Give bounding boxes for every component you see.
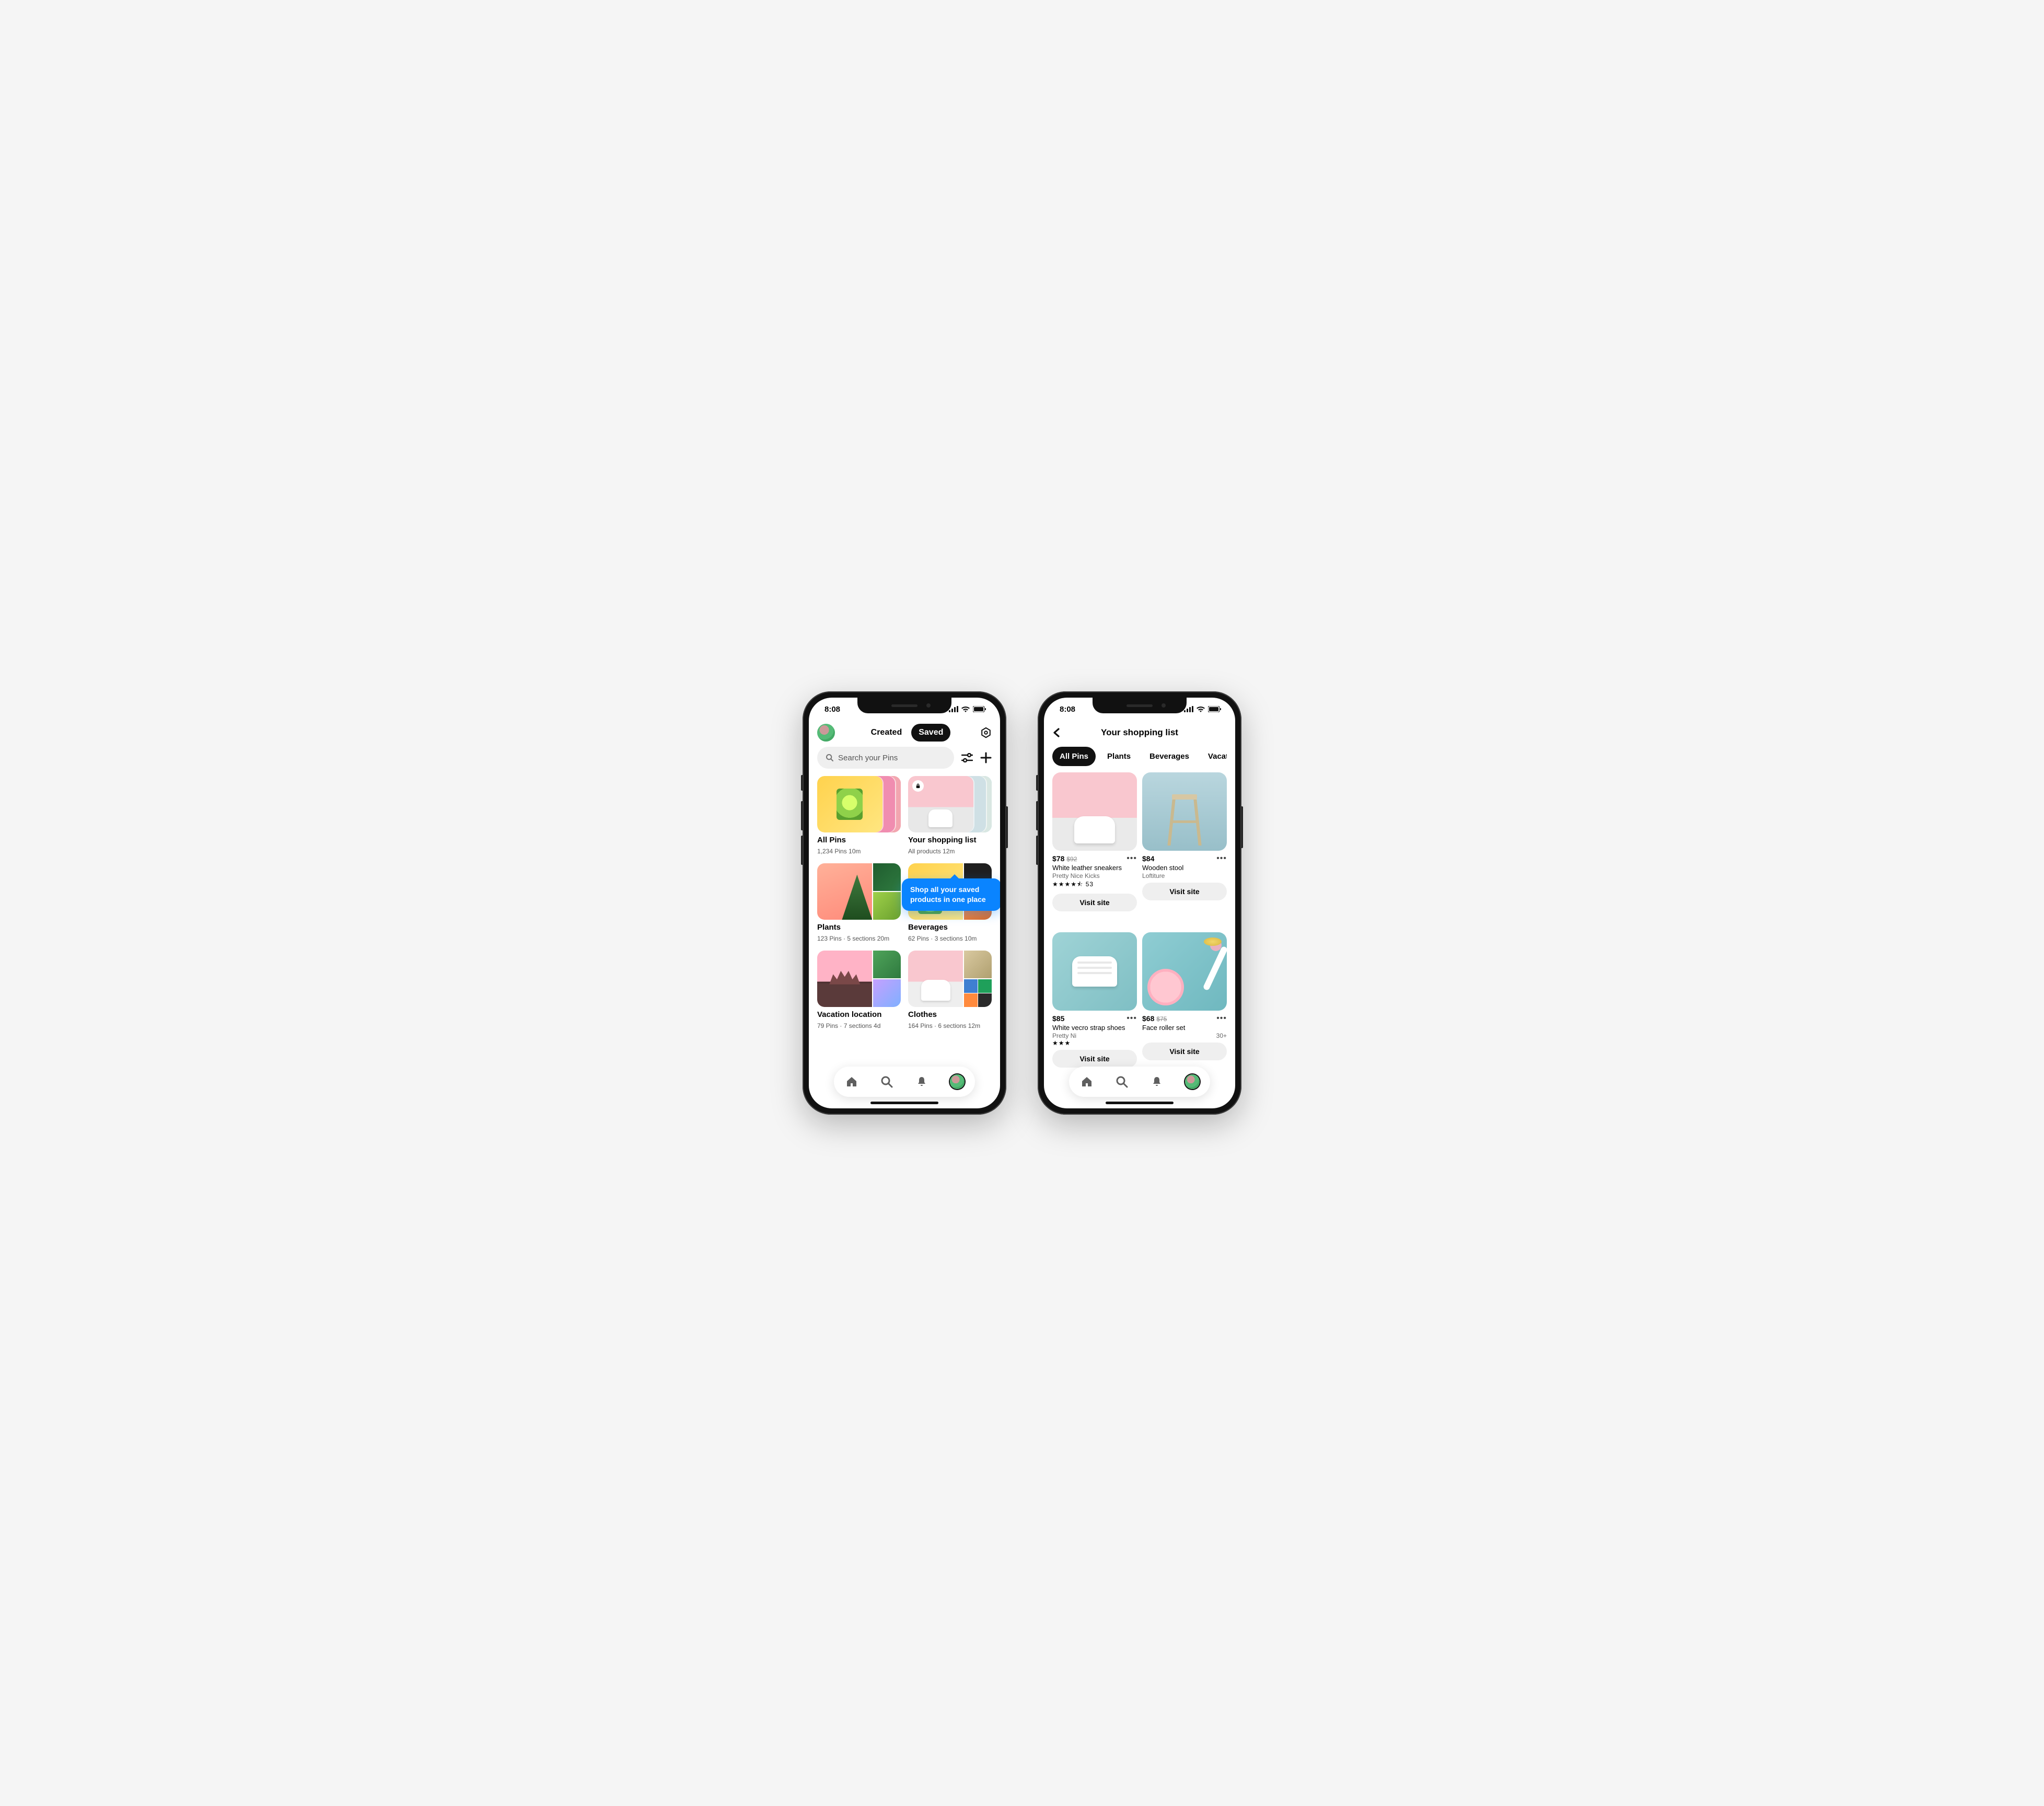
tooltip-shop-saved: Shop all your saved products in one plac…	[902, 878, 1000, 911]
home-icon[interactable]	[845, 1075, 858, 1089]
notifications-icon[interactable]	[1150, 1075, 1164, 1089]
tab-bar	[834, 1067, 975, 1097]
profile-header: Created Saved	[817, 721, 992, 747]
board-all-pins[interactable]: All Pins 1,234 Pins 10m	[817, 776, 901, 855]
tab-saved[interactable]: Saved	[911, 724, 950, 742]
board-meta: 164 Pins · 6 sections 12m	[908, 1022, 992, 1029]
page-title: Your shopping list	[1052, 727, 1227, 738]
search-icon	[826, 754, 834, 762]
rating-stars: ★★★★⯪	[1052, 881, 1083, 888]
chip-all-pins[interactable]: All Pins	[1052, 747, 1096, 766]
product-brand: Pretty Nice Kicks	[1052, 872, 1137, 879]
product-card[interactable]: $84 ••• Wooden stool Loftiture Visit sit…	[1142, 772, 1227, 911]
review-count: 53	[1086, 881, 1094, 888]
avatar[interactable]	[817, 724, 835, 742]
board-title: Beverages	[908, 923, 992, 932]
visit-site-button[interactable]: Visit site	[1052, 894, 1137, 911]
board-meta: 79 Pins · 7 sections 4d	[817, 1022, 901, 1029]
product-card[interactable]: $68$75 ••• Face roller set 30+ Visit sit…	[1142, 932, 1227, 1068]
price: $78	[1052, 854, 1064, 863]
home-indicator[interactable]	[870, 1102, 938, 1104]
price: $68	[1142, 1014, 1154, 1023]
tab-created[interactable]: Created	[864, 724, 910, 742]
profile-tab-avatar[interactable]	[1185, 1074, 1200, 1089]
board-title: Vacation location	[817, 1010, 901, 1019]
product-name: White vecro strap shoes	[1052, 1024, 1137, 1032]
product-grid: $78$92 ••• White leather sneakers Pretty…	[1052, 772, 1227, 1068]
search-tab-icon[interactable]	[1115, 1075, 1129, 1089]
battery-icon	[973, 706, 986, 712]
more-icon[interactable]: •••	[1126, 1014, 1137, 1023]
battery-icon	[1208, 706, 1222, 712]
product-name: Face roller set	[1142, 1024, 1227, 1032]
notch	[857, 698, 951, 713]
notifications-icon[interactable]	[915, 1075, 928, 1089]
lock-icon	[912, 780, 924, 792]
filter-chips: All Pins Plants Beverages Vacation C	[1052, 747, 1227, 766]
search-input[interactable]: Search your Pins	[817, 747, 954, 769]
orig-price: $92	[1066, 855, 1077, 863]
board-title: Plants	[817, 923, 901, 932]
product-name: White leather sneakers	[1052, 864, 1137, 872]
product-name: Wooden stool	[1142, 864, 1227, 872]
status-time: 8:08	[824, 705, 840, 714]
board-clothes[interactable]: Clothes 164 Pins · 6 sections 12m	[908, 951, 992, 1029]
visit-site-button[interactable]: Visit site	[1142, 883, 1227, 900]
board-vacation[interactable]: Vacation location 79 Pins · 7 sections 4…	[817, 951, 901, 1029]
visit-site-button[interactable]: Visit site	[1052, 1050, 1137, 1068]
product-brand: Loftiture	[1142, 872, 1227, 879]
board-title: All Pins	[817, 836, 901, 844]
status-time: 8:08	[1060, 705, 1075, 714]
nav-bar: Your shopping list	[1052, 721, 1227, 745]
board-title: Your shopping list	[908, 836, 992, 844]
profile-tab-avatar[interactable]	[950, 1074, 965, 1089]
back-icon[interactable]	[1052, 728, 1068, 737]
board-meta: 62 Pins · 3 sections 10m	[908, 935, 992, 942]
chip-vacation[interactable]: Vacation	[1201, 747, 1227, 766]
more-icon[interactable]: •••	[1216, 1014, 1227, 1023]
home-indicator[interactable]	[1106, 1102, 1174, 1104]
settings-icon[interactable]	[979, 727, 992, 738]
review-count: 30+	[1142, 1032, 1227, 1039]
screen-right: 8:08 Your shopping list	[1044, 698, 1235, 1108]
price: $84	[1142, 854, 1154, 863]
visit-site-button[interactable]: Visit site	[1142, 1043, 1227, 1060]
search-tab-icon[interactable]	[880, 1075, 893, 1089]
wifi-icon	[961, 706, 970, 712]
price: $85	[1052, 1014, 1064, 1023]
chip-beverages[interactable]: Beverages	[1142, 747, 1197, 766]
home-icon[interactable]	[1080, 1075, 1094, 1089]
board-meta: All products 12m	[908, 848, 992, 855]
wifi-icon	[1197, 706, 1205, 712]
rating-stars: ★★★	[1052, 1039, 1071, 1047]
board-title: Clothes	[908, 1010, 992, 1019]
add-icon[interactable]	[980, 752, 992, 763]
board-meta: 123 Pins · 5 sections 20m	[817, 935, 901, 942]
chip-plants[interactable]: Plants	[1100, 747, 1138, 766]
board-meta: 1,234 Pins 10m	[817, 848, 901, 855]
phone-frame-right: 8:08 Your shopping list	[1038, 691, 1241, 1115]
product-card[interactable]: $85 ••• White vecro strap shoes Pretty N…	[1052, 932, 1137, 1068]
tab-bar	[1069, 1067, 1210, 1097]
product-card[interactable]: $78$92 ••• White leather sneakers Pretty…	[1052, 772, 1137, 911]
more-icon[interactable]: •••	[1126, 854, 1137, 863]
phone-frame-left: 8:08 Created Saved	[803, 691, 1006, 1115]
product-brand: Pretty Ni	[1052, 1032, 1137, 1039]
board-shopping-list[interactable]: Your shopping list All products 12m	[908, 776, 992, 855]
orig-price: $75	[1156, 1015, 1167, 1023]
notch	[1093, 698, 1187, 713]
content-tabs: Created Saved	[840, 724, 974, 742]
search-placeholder: Search your Pins	[838, 754, 898, 762]
filter-icon[interactable]	[961, 753, 973, 762]
board-plants[interactable]: Plants 123 Pins · 5 sections 20m	[817, 863, 901, 942]
more-icon[interactable]: •••	[1216, 854, 1227, 863]
screen-left: 8:08 Created Saved	[809, 698, 1000, 1108]
